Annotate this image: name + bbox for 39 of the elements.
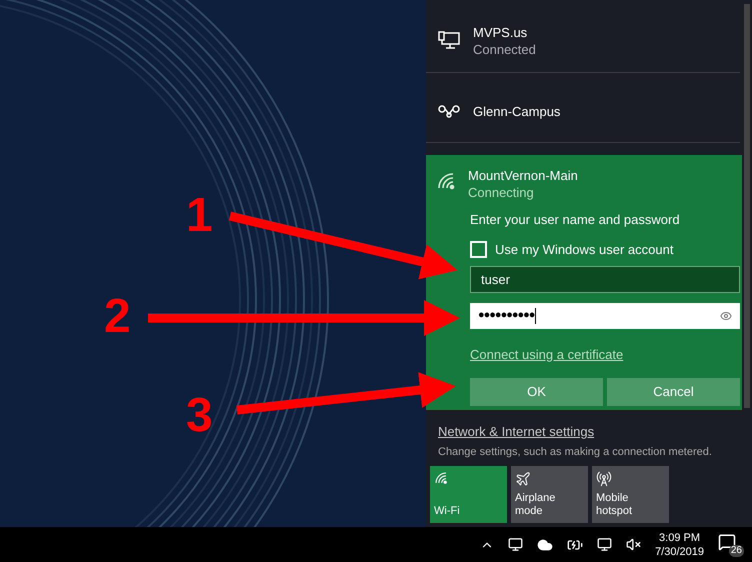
- settings-description: Change settings, such as making a connection metered.: [438, 444, 713, 460]
- airplane-icon: [515, 471, 531, 487]
- checkbox-label: Use my Windows user account: [495, 241, 674, 259]
- vpn-icon: [438, 104, 460, 118]
- network-name: MountVernon-Main: [468, 167, 578, 184]
- tile-label: Mobile hotspot: [596, 492, 634, 518]
- settings-link[interactable]: Network & Internet settings: [438, 422, 752, 442]
- tile-label: Airplane mode: [515, 492, 556, 518]
- password-field[interactable]: ●●●●●●●●●●: [470, 302, 740, 328]
- annotation-number: 2: [104, 293, 131, 341]
- checkbox[interactable]: [470, 241, 487, 258]
- username-field[interactable]: tuser: [470, 266, 740, 292]
- network-name: Glenn-Campus: [473, 102, 560, 120]
- annotation-number: 1: [186, 192, 213, 240]
- network-item[interactable]: MVPS.us Connected: [426, 10, 740, 73]
- network-status: Connecting: [468, 184, 535, 201]
- certificate-link[interactable]: Connect using a certificate: [470, 344, 740, 364]
- muted-speaker-icon[interactable]: [626, 537, 642, 552]
- quick-action-tile[interactable]: Mobile hotspot: [592, 466, 669, 523]
- cloud-icon[interactable]: [537, 536, 554, 552]
- quick-action-tile[interactable]: Wi-Fi: [430, 466, 507, 523]
- computer-icon: [438, 31, 460, 51]
- notification-count: 26: [728, 544, 744, 556]
- password-value: ●●●●●●●●●●: [478, 308, 534, 324]
- network-status: Connected: [473, 41, 536, 58]
- reveal-password-icon[interactable]: [720, 310, 732, 322]
- network-item[interactable]: Glenn-Campus: [426, 80, 740, 143]
- network-name: MVPS.us: [473, 24, 528, 41]
- annotation-number: 3: [186, 392, 213, 440]
- clock-date[interactable]: 7/30/2019: [655, 544, 704, 558]
- antenna-icon: [596, 471, 612, 487]
- clock-time[interactable]: 3:09 PM: [659, 530, 700, 544]
- quick-action-tile[interactable]: Airplane mode: [511, 466, 588, 523]
- monitor-icon[interactable]: [508, 537, 524, 552]
- wifi-icon: [436, 171, 456, 191]
- network-icon[interactable]: [597, 537, 612, 552]
- wifi-icon: [434, 471, 448, 485]
- tile-label: Wi-Fi: [434, 505, 461, 518]
- prompt-text: Enter your user name and password: [470, 211, 681, 228]
